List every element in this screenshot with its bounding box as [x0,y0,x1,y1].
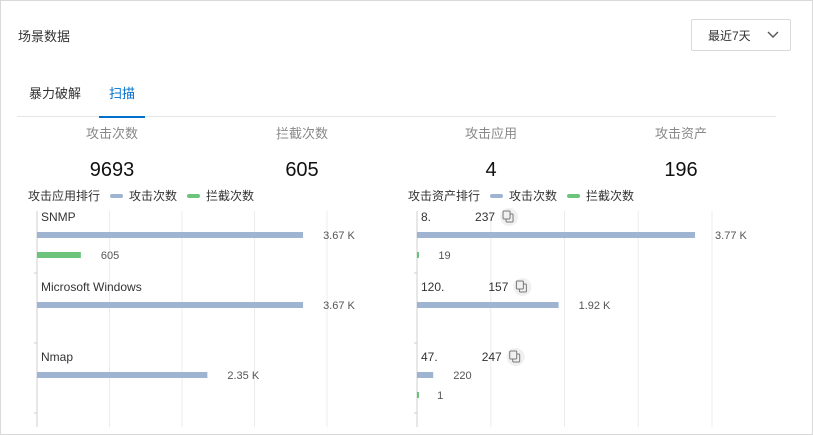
stat-value: 196 [664,159,698,181]
chart-title: 攻击应用排行 [28,189,101,203]
data-label-attack: 1.92 K [579,300,611,312]
legend-swatch-block [567,193,581,198]
stat-label: 攻击次数 [85,126,138,141]
time-range-value: 最近7天 [708,28,751,43]
category-label: SNMP [41,210,76,224]
legend-swatch-attack [110,193,124,198]
tab-bar: 暴力破解 扫描 [17,73,776,118]
legend-label-attack[interactable]: 攻击次数 [509,187,557,204]
category-label: 120. [421,280,444,294]
data-label-attack: 2.35 K [227,370,259,382]
bar-attack [37,372,208,378]
category-label: 47. [421,350,438,364]
bar-attack [417,302,559,308]
bar-block [417,252,419,258]
chart-header: 攻击资产排行 攻击次数 拦截次数 [408,187,634,204]
data-label-attack: 3.77 K [715,230,747,242]
data-label-block: 1 [437,390,443,402]
category-label-suffix: 247 [482,350,502,364]
bar-attack [417,372,434,378]
bar-attack [417,232,696,238]
legend-label-attack[interactable]: 攻击次数 [129,187,177,204]
stat-value: 605 [285,159,319,181]
app-ranking-plot: SNMP 3.67 K 605 Microsoft Windows 3.67 K Nmap… [34,210,356,427]
category-label-suffix: 237 [475,210,495,224]
tab-brute-force[interactable]: 暴力破解 [29,83,81,117]
asset-ranking-plot: 8. 237 3.77 K 19 120. 157 1.92 K 47. 247 220 1 [414,208,748,427]
stat-label: 攻击资产 [654,126,707,141]
stat-attacked-apps: 攻击应用 4 [411,123,571,182]
category-label-suffix: 157 [488,280,508,294]
bar-attack [37,232,304,238]
data-label-block: 19 [438,250,450,262]
stat-attacked-assets: 攻击资产 196 [601,123,761,182]
stat-value: 9693 [89,159,135,181]
copy-icon-sheet [515,280,524,290]
data-label-attack: 3.67 K [323,230,355,242]
stat-value: 4 [485,159,497,181]
bar-block [37,252,81,258]
legend-label-block[interactable]: 拦截次数 [586,187,634,204]
chart-header: 攻击应用排行 攻击次数 拦截次数 [28,187,254,204]
copy-icon-sheet [502,210,511,220]
stat-attack-count: 攻击次数 9693 [32,123,192,182]
scene-data-panel: 场景数据 最近7天 暴力破解 扫描 攻击次数 9693 拦截次数 605 攻击应… [0,0,813,435]
data-label-attack: 220 [453,370,471,382]
time-range-select[interactable]: 最近7天 [691,19,791,51]
legend-swatch-block [187,193,201,198]
copy-icon-sheet [509,350,518,360]
data-label-block: 605 [101,250,119,262]
legend-swatch-attack [490,193,504,198]
chart-title: 攻击资产排行 [408,189,481,203]
bar-attack [37,302,304,308]
data-label-attack: 3.67 K [323,300,355,312]
stat-label: 拦截次数 [275,126,328,141]
tab-scan[interactable]: 扫描 [98,83,146,118]
chevron-down-icon [767,31,779,38]
legend-label-block[interactable]: 拦截次数 [206,187,254,204]
category-label: Microsoft Windows [41,280,142,294]
category-label: 8. [421,210,431,224]
category-label: Nmap [41,350,73,364]
panel-title: 场景数据 [18,29,71,44]
bar-block [417,392,419,398]
stat-label: 攻击应用 [464,126,517,141]
stat-block-count: 拦截次数 605 [222,123,382,182]
asset-ranking-chart: 攻击资产排行 攻击次数 拦截次数 8. 237 3.77 K 19 120. 157 1.9… [408,187,788,427]
app-ranking-chart: 攻击应用排行 攻击次数 拦截次数 SNMP 3.67 K 605 Microsoft … [28,187,398,427]
